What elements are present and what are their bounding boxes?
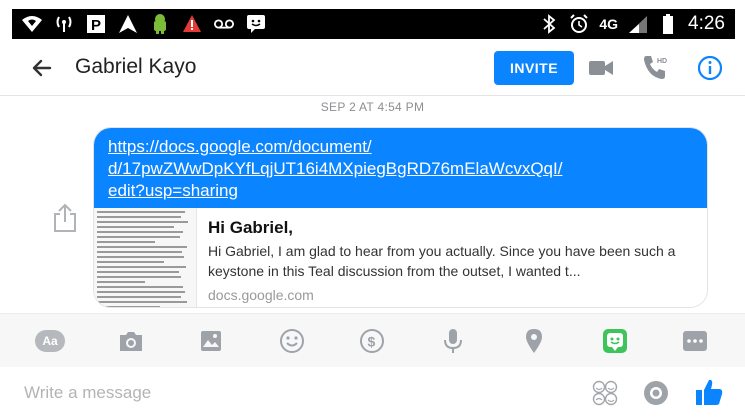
thumbnail-text-line — [97, 251, 183, 253]
thumbnail-text-line — [97, 281, 145, 283]
info-icon[interactable] — [697, 55, 723, 81]
payment-icon[interactable]: $ — [357, 326, 387, 356]
warning-icon — [182, 14, 202, 34]
link-line: edit?usp=sharing — [108, 181, 238, 200]
thumbs-up-icon[interactable] — [695, 377, 723, 407]
link-message-bubble[interactable]: https://docs.google.com/document/ d/17pw… — [93, 127, 708, 308]
network-type: 4G — [599, 16, 619, 32]
thumbnail-text-line — [97, 271, 179, 273]
thumbnail-text-line — [97, 211, 186, 213]
message-timestamp: SEP 2 AT 4:54 PM — [320, 100, 425, 114]
video-call-icon[interactable] — [588, 55, 614, 81]
thumbnail-text-line — [97, 301, 188, 303]
android-icon — [150, 14, 170, 34]
text-style-label: Aa — [35, 330, 65, 352]
alarm-icon — [569, 14, 589, 34]
signal-icon — [628, 14, 648, 34]
thumbnail-text-line — [97, 256, 185, 258]
conversation-header: Gabriel Kayo INVITE HD — [0, 40, 745, 96]
svg-text:P: P — [91, 17, 101, 34]
camera-icon[interactable] — [116, 326, 146, 356]
thumbnail-text-line — [97, 296, 181, 298]
text-style-icon[interactable]: Aa — [35, 326, 65, 356]
camera-round-icon[interactable] — [643, 380, 669, 406]
more-icon[interactable] — [680, 326, 710, 356]
back-arrow-icon[interactable] — [28, 54, 56, 82]
thumbnail-text-line — [97, 246, 188, 248]
thumbnail-text-line — [97, 291, 186, 293]
thumbnail-text-line — [97, 231, 184, 233]
invite-button[interactable]: INVITE — [494, 51, 574, 85]
wifi-icon — [22, 14, 42, 34]
preview-description: Hi Gabriel, I am glad to hear from you a… — [208, 243, 676, 279]
thumbnail-text-line — [97, 241, 155, 243]
link-line: d/17pwZWwDpKYfLqjUT16i4MXpiegBgRD76mElaW… — [108, 159, 563, 178]
sticker-icon[interactable] — [600, 326, 630, 356]
hotspot-icon — [54, 14, 74, 34]
battery-icon — [658, 14, 678, 34]
emoji-icon[interactable] — [277, 326, 307, 356]
emoji-grid-icon[interactable] — [592, 380, 618, 406]
thumbnail-text-line — [97, 276, 182, 278]
parking-icon: P — [86, 14, 106, 34]
status-bar: P 4G 4:26 — [0, 0, 745, 40]
composer-toolbar: Aa $ — [0, 313, 745, 367]
voicemail-icon — [214, 14, 234, 34]
document-thumbnail — [94, 208, 197, 307]
thumbnail-text-line — [97, 216, 182, 218]
contact-name: Gabriel Kayo — [75, 55, 197, 78]
bluetooth-icon — [539, 14, 559, 34]
thumbnail-text-line — [97, 236, 180, 238]
microphone-icon[interactable] — [438, 326, 468, 356]
svg-text:HD: HD — [657, 58, 667, 65]
navigation-icon — [118, 14, 138, 34]
message-link[interactable]: https://docs.google.com/document/ d/17pw… — [94, 128, 707, 208]
svg-text:$: $ — [368, 334, 376, 350]
link-preview-card[interactable]: Hi Gabriel, Hi Gabriel, I am glad to hea… — [94, 208, 707, 307]
location-icon[interactable] — [519, 326, 549, 356]
preview-title: Hi Gabriel, — [208, 218, 294, 237]
hd-call-icon[interactable]: HD — [640, 53, 670, 83]
thumbnail-text-line — [97, 221, 189, 223]
link-line: https://docs.google.com/document/ — [108, 137, 372, 156]
share-icon[interactable] — [52, 203, 78, 233]
thumbnail-text-line — [97, 261, 165, 263]
thumbnail-text-line — [97, 306, 161, 307]
messenger-icon — [246, 14, 266, 34]
message-input[interactable] — [24, 379, 564, 407]
preview-domain: docs.google.com — [208, 287, 314, 303]
message-composer — [0, 367, 745, 419]
gallery-icon[interactable] — [196, 326, 226, 356]
thumbnail-text-line — [97, 226, 174, 228]
thumbnail-text-line — [97, 286, 184, 288]
thumbnail-text-line — [97, 266, 187, 268]
clock: 4:26 — [688, 13, 725, 34]
